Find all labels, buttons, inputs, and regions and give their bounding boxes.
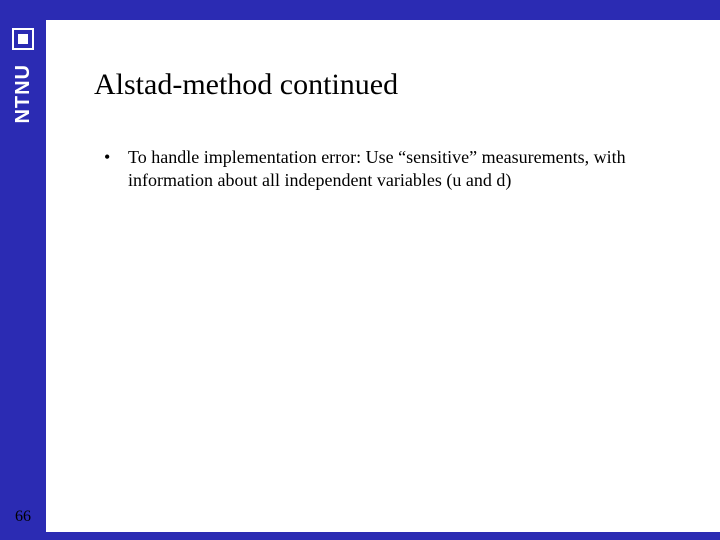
brand-name: NTNU xyxy=(13,64,33,124)
bottom-accent-bar xyxy=(46,532,720,540)
slide: NTNU Alstad-method continued To handle i… xyxy=(0,0,720,540)
bullet-list: To handle implementation error: Use “sen… xyxy=(94,146,694,192)
bullet-item: To handle implementation error: Use “sen… xyxy=(102,146,694,192)
sidebar-brand: NTNU xyxy=(0,0,46,540)
slide-title: Alstad-method continued xyxy=(94,68,694,102)
top-accent-bar xyxy=(0,0,720,20)
slide-content: Alstad-method continued To handle implem… xyxy=(46,20,720,532)
ntnu-logo-icon xyxy=(12,28,34,50)
page-number: 66 xyxy=(0,508,46,526)
